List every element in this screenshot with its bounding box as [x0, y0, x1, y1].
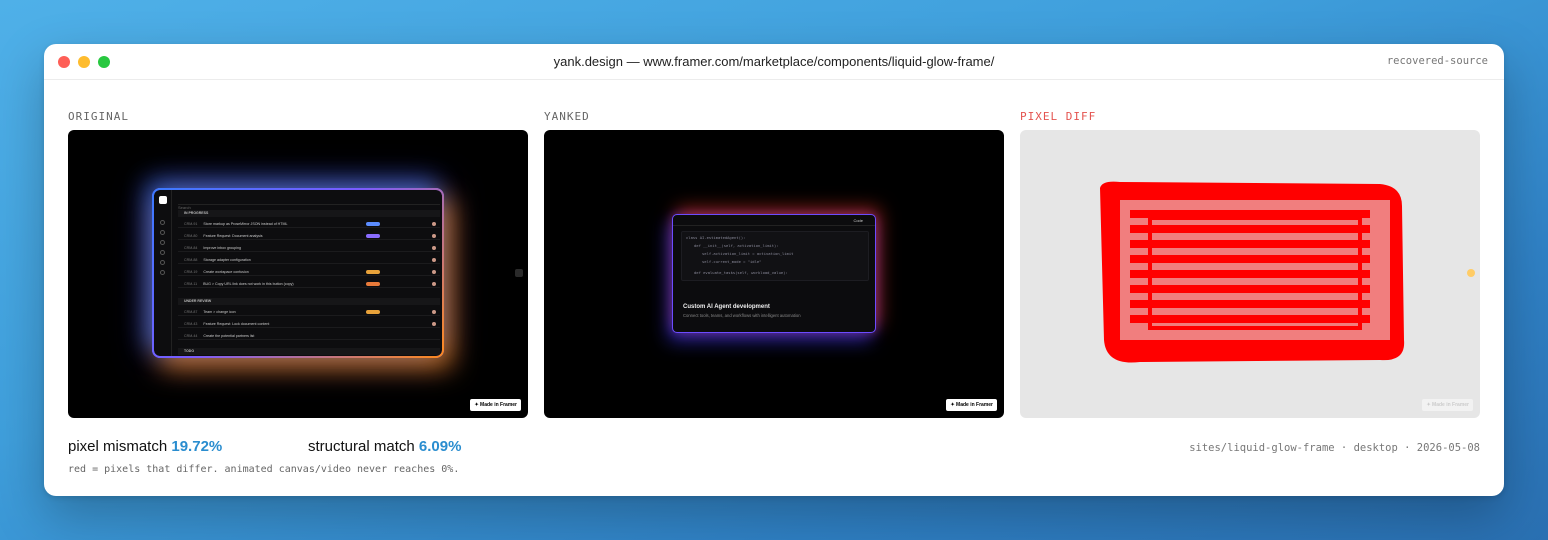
nav-icon: [160, 240, 165, 245]
diff-note: red = pixels that differ. animated canva…: [68, 464, 460, 475]
code-line: self.current_mode = "idle": [702, 259, 762, 264]
code-line: self.activation_limit = activation_limit: [702, 251, 794, 256]
code-toolbar: Code: [673, 215, 875, 226]
pixel-mismatch-stat: pixel mismatch 19.72%: [68, 438, 222, 455]
section-under-review: UNDER REVIEW: [178, 298, 440, 305]
made-in-framer-badge: Made in Framer: [1422, 399, 1473, 411]
task-row: CRM-44 Create the potential partners list: [178, 332, 440, 340]
diff-row: [1130, 270, 1370, 278]
diff-row: [1130, 300, 1370, 308]
liquid-glow-frame: Search IN PROGRESS CRM-91 Store markup as…: [152, 188, 444, 358]
capture-meta: sites/liquid-glow-frame · desktop · 2026…: [1189, 442, 1480, 454]
task-row: CRM-84 Improve inbox grouping: [178, 244, 440, 252]
card-subtitle: Connect tools, teams, and workflows with…: [683, 313, 801, 318]
code-line: def __init__(self, activation_limit):: [694, 243, 779, 248]
browser-window: yank.design — www.framer.com/marketplace…: [44, 44, 1504, 496]
nav-icon: [160, 230, 165, 235]
task-row: CRM-91 Store markup as ProseMirror JSON i…: [178, 220, 440, 228]
diff-row: [1130, 255, 1370, 263]
pixel-mismatch-value: 19.72%: [171, 438, 223, 455]
nav-icon: [160, 250, 165, 255]
diff-expand-icon: [1467, 269, 1475, 277]
original-screenshot: Search IN PROGRESS CRM-91 Store markup as…: [68, 130, 528, 418]
yanked-card: Code class AI.estimatedAgent(): def __in…: [672, 214, 876, 333]
yanked-label: YANKED: [544, 110, 590, 123]
code-line: def evaluate_tasks(self, workload_value)…: [694, 270, 788, 275]
diff-row: [1130, 285, 1370, 293]
nav-icon: [160, 220, 165, 225]
window-title: yank.design — www.framer.com/marketplace…: [553, 54, 995, 69]
made-in-framer-badge[interactable]: Made in Framer: [470, 399, 521, 411]
task-row: CRM-11 BUG > Copy URL link does not work …: [178, 280, 440, 288]
diff-row: [1130, 240, 1370, 248]
pixel-diff-label: PIXEL DIFF: [1020, 110, 1097, 123]
task-row: CRM-43 Feature Request: Lock document con…: [178, 320, 440, 328]
expand-icon[interactable]: [515, 269, 523, 277]
structural-match-stat: structural match 6.09%: [308, 438, 461, 455]
app-logo-icon: [159, 196, 167, 204]
made-in-framer-badge[interactable]: Made in Framer: [946, 399, 997, 411]
diff-row: [1130, 225, 1370, 233]
title-bar: yank.design — www.framer.com/marketplace…: [44, 44, 1504, 80]
task-row: CRM-80 Feature Request: Document analysis: [178, 232, 440, 240]
yanked-screenshot: Code class AI.estimatedAgent(): def __in…: [544, 130, 1004, 418]
structural-match-value: 6.09%: [418, 438, 462, 455]
diff-overlay: [1100, 181, 1475, 363]
task-row: CRM-19 Create workspace confusion: [178, 268, 440, 276]
card-title: Custom AI Agent development: [683, 304, 770, 310]
nav-icon: [160, 260, 165, 265]
original-label: ORIGINAL: [68, 110, 129, 123]
app-sidebar: [154, 190, 172, 356]
task-row: CRM-87 Team > change icon: [178, 308, 440, 316]
pixel-mismatch-label: pixel mismatch: [68, 438, 168, 455]
pixel-diff-screenshot: Made in Framer: [1020, 130, 1480, 418]
nav-icon: [160, 270, 165, 275]
code-block: class AI.estimatedAgent(): def __init__(…: [681, 231, 869, 281]
structural-match-label: structural match: [308, 438, 415, 455]
code-line: class AI.estimatedAgent():: [686, 235, 746, 240]
app-search: Search: [178, 196, 440, 210]
section-todo: TODO: [178, 348, 440, 355]
task-row: CRM-88 Storage adapter configuration: [178, 256, 440, 264]
source-tag: recovered-source: [1386, 55, 1488, 67]
diff-row: [1130, 315, 1370, 323]
section-in-progress: IN PROGRESS: [178, 210, 440, 217]
code-button[interactable]: Code: [853, 218, 863, 223]
